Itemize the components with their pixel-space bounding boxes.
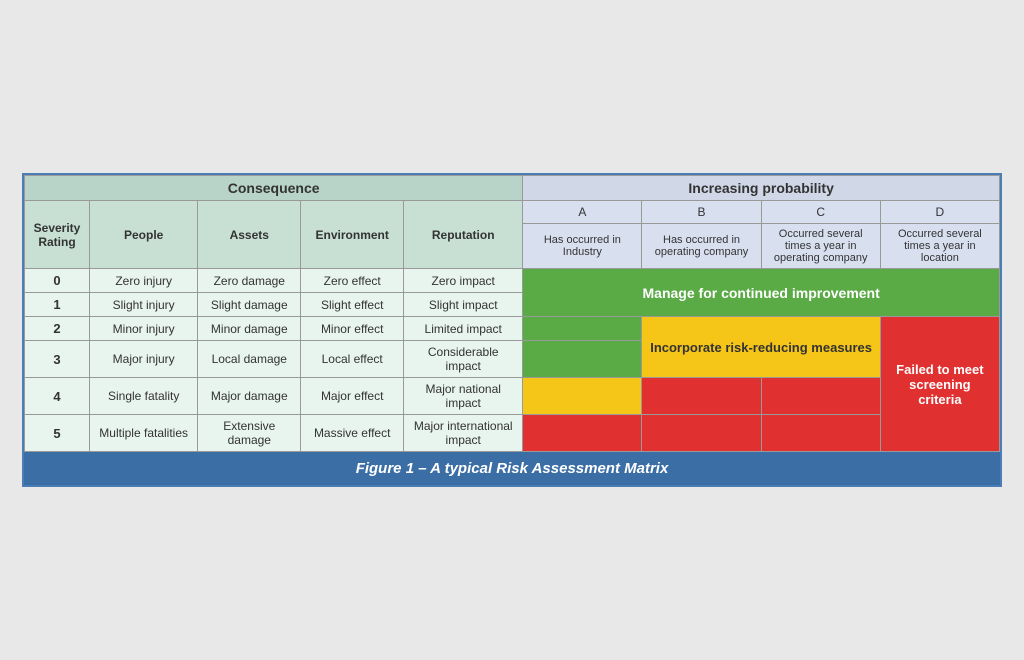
prob-col-c-desc: Occurred several times a year in operati…: [761, 224, 880, 269]
people-1: Slight injury: [90, 293, 198, 317]
people-4: Single fatality: [90, 378, 198, 415]
risk-matrix-table: Consequence Increasing probability Sever…: [24, 175, 1000, 452]
severity-1: 1: [25, 293, 90, 317]
r5-b: [642, 415, 761, 452]
env-4: Major effect: [301, 378, 404, 415]
table-row: 0 Zero injury Zero damage Zero effect Ze…: [25, 269, 1000, 293]
assets-0: Zero damage: [198, 269, 301, 293]
rep-3: Considerable impact: [404, 341, 523, 378]
assets-1: Slight damage: [198, 293, 301, 317]
r3-a: [523, 341, 642, 378]
prob-col-d-desc: Occurred several times a year in locatio…: [880, 224, 999, 269]
severity-2: 2: [25, 317, 90, 341]
env-1: Slight effect: [301, 293, 404, 317]
people-2: Minor injury: [90, 317, 198, 341]
r4-c: [761, 378, 880, 415]
assets-2: Minor damage: [198, 317, 301, 341]
env-0: Zero effect: [301, 269, 404, 293]
env-5: Massive effect: [301, 415, 404, 452]
people-header: People: [90, 201, 198, 269]
consequence-header: Consequence: [25, 176, 523, 201]
table-row: 5 Multiple fatalities Extensive damage M…: [25, 415, 1000, 452]
prob-col-a-desc: Has occurred in Industry: [523, 224, 642, 269]
r5-a: [523, 415, 642, 452]
people-0: Zero injury: [90, 269, 198, 293]
prob-col-c-label: C: [761, 201, 880, 224]
env-3: Local effect: [301, 341, 404, 378]
rep-0: Zero impact: [404, 269, 523, 293]
assets-4: Major damage: [198, 378, 301, 415]
assets-header: Assets: [198, 201, 301, 269]
yellow-zone-label: Incorporate risk-reducing measures: [642, 317, 880, 378]
r5-c: [761, 415, 880, 452]
severity-0: 0: [25, 269, 90, 293]
prob-col-d-label: D: [880, 201, 999, 224]
r2-a: [523, 317, 642, 341]
severity-4: 4: [25, 378, 90, 415]
table-row: 2 Minor injury Minor damage Minor effect…: [25, 317, 1000, 341]
env-2: Minor effect: [301, 317, 404, 341]
assets-5: Extensive damage: [198, 415, 301, 452]
prob-col-a-label: A: [523, 201, 642, 224]
severity-3: 3: [25, 341, 90, 378]
people-3: Major injury: [90, 341, 198, 378]
severity-5: 5: [25, 415, 90, 452]
red-zone-label: Failed to meet screening criteria: [880, 317, 999, 452]
r4-b: [642, 378, 761, 415]
rep-5: Major international impact: [404, 415, 523, 452]
figure-caption: Figure 1 – A typical Risk Assessment Mat…: [24, 452, 1000, 485]
rep-2: Limited impact: [404, 317, 523, 341]
prob-col-b-desc: Has occurred in operating company: [642, 224, 761, 269]
assets-3: Local damage: [198, 341, 301, 378]
table-row: 4 Single fatality Major damage Major eff…: [25, 378, 1000, 415]
people-5: Multiple fatalities: [90, 415, 198, 452]
reputation-header: Reputation: [404, 201, 523, 269]
risk-matrix-wrapper: Consequence Increasing probability Sever…: [22, 173, 1002, 487]
green-zone-label: Manage for continued improvement: [523, 269, 1000, 317]
r4-a: [523, 378, 642, 415]
probability-header: Increasing probability: [523, 176, 1000, 201]
severity-rating-header: Severity Rating: [25, 201, 90, 269]
rep-4: Major national impact: [404, 378, 523, 415]
rep-1: Slight impact: [404, 293, 523, 317]
prob-col-b-label: B: [642, 201, 761, 224]
environment-header: Environment: [301, 201, 404, 269]
